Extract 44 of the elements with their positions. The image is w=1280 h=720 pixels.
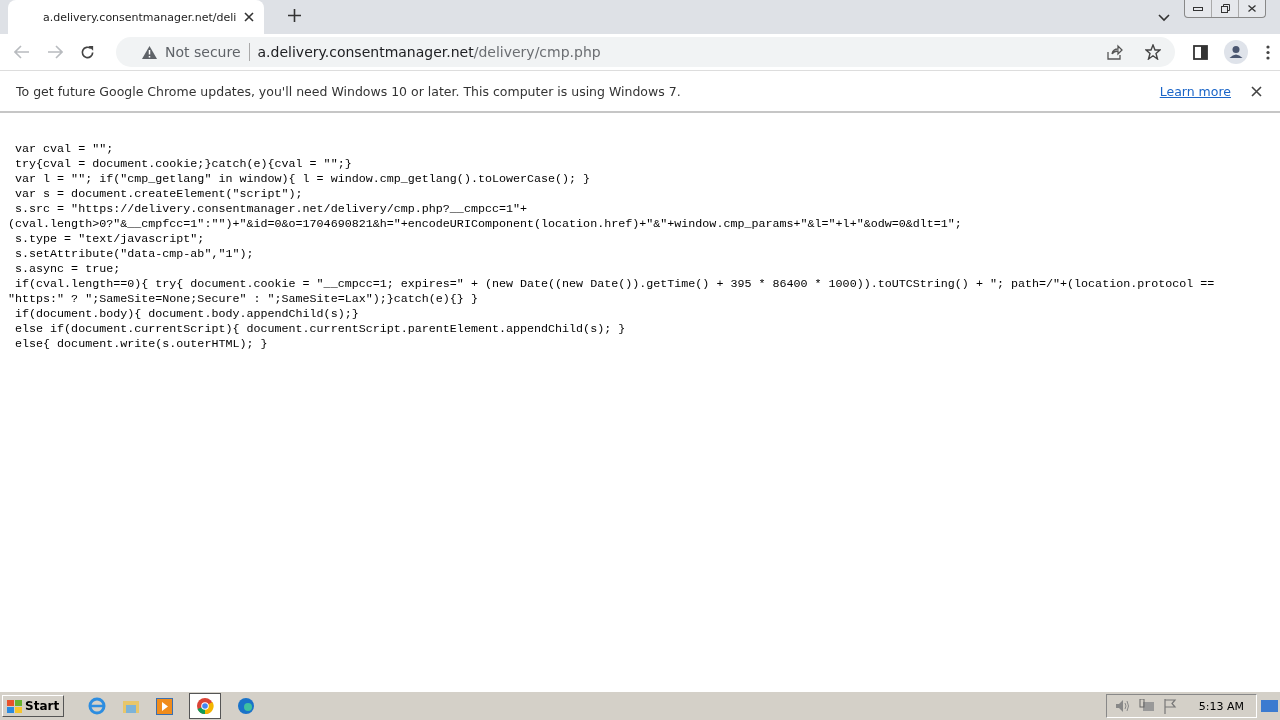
media-player-icon[interactable]	[156, 697, 174, 715]
url-text: a.delivery.consentmanager.net/delivery/cmp.php	[257, 44, 601, 60]
chrome-icon	[196, 697, 215, 715]
close-icon[interactable]	[1248, 5, 1256, 12]
address-bar[interactable]: Not secure a.delivery.consentmanager.net/delivery/cmp.php	[116, 37, 1175, 67]
code-line: s.type = "text/javascript";	[14, 232, 205, 247]
side-panel-icon[interactable]	[1193, 44, 1208, 60]
warning-icon	[142, 45, 157, 59]
code-line: var cval = "";	[14, 142, 114, 157]
chevron-down-icon[interactable]	[1158, 14, 1170, 22]
reload-icon[interactable]	[80, 44, 95, 60]
code-line: s.src = "https://delivery.consentmanager.net/delivery/cmp.php?__cmpcc=1"+	[14, 202, 527, 217]
code-line: var l = ""; if("cmp_getlang" in window){ l = window.cmp_getlang().toLowerCase(); }	[14, 172, 591, 187]
flag-icon[interactable]	[1162, 698, 1177, 714]
code-line: s.async = true;	[14, 262, 121, 277]
share-icon[interactable]	[1107, 44, 1123, 60]
update-message: To get future Google Chrome updates, you'll need Windows 10 or later. This computer is using Windows 7.	[16, 83, 681, 99]
close-icon[interactable]	[1251, 85, 1262, 97]
window-controls[interactable]	[1184, 0, 1266, 18]
star-icon[interactable]	[1145, 44, 1161, 60]
code-line: s.setAttribute("data-cmp-ab","1");	[14, 247, 254, 262]
learn-more-link[interactable]: Learn more	[1159, 83, 1231, 99]
network-icon[interactable]	[1138, 698, 1155, 714]
menu-icon[interactable]	[1266, 44, 1270, 60]
code-line: if(cval.length==0){ try{ document.cookie = "__cmpcc=1; expires=" + (new Date((new Date()).getTime() + 395 * 86400 * 1000)).toUTCString() + "; path=/"+(location.protocol ==	[14, 277, 1215, 292]
edge-icon[interactable]	[237, 697, 256, 715]
clock: 5:13 AM	[1198, 699, 1244, 713]
start-button[interactable]: Start	[2, 695, 65, 717]
profile-icon[interactable]	[1224, 40, 1248, 64]
code-line: if(document.body){ document.body.appendChild(s);}	[14, 307, 359, 322]
restore-icon[interactable]	[1220, 4, 1230, 13]
code-line: try{cval = document.cookie;}catch(e){cval = "";}	[14, 157, 352, 172]
minimize-icon[interactable]	[1193, 6, 1203, 11]
windows-logo-icon	[7, 699, 22, 713]
code-line: var s = document.createElement("script");	[14, 187, 303, 202]
browser-tab[interactable]: a.delivery.consentmanager.net/deli	[8, 0, 265, 34]
code-line: (cval.length>0?"&__cmpfcc=1":"")+"&id=0&o=1704690821&h="+encodeURIComponent(location.href)+"&"+window.cmp_params+"&l="+l+"&odw=0&dlt=1";	[8, 217, 962, 232]
code-line: else if(document.currentScript){ document.currentScript.parentElement.appendChild(s); }	[14, 322, 626, 337]
code-line: else{ document.write(s.outerHTML); }	[14, 337, 268, 352]
code-line: "https:" ? ";SameSite=None;Secure" : ";SameSite=Lax");}catch(e){} }	[8, 292, 478, 307]
taskbar-button[interactable]	[189, 693, 222, 719]
security-label: Not secure	[165, 44, 241, 60]
new-tab-icon[interactable]	[288, 9, 302, 22]
close-icon[interactable]	[244, 12, 255, 22]
